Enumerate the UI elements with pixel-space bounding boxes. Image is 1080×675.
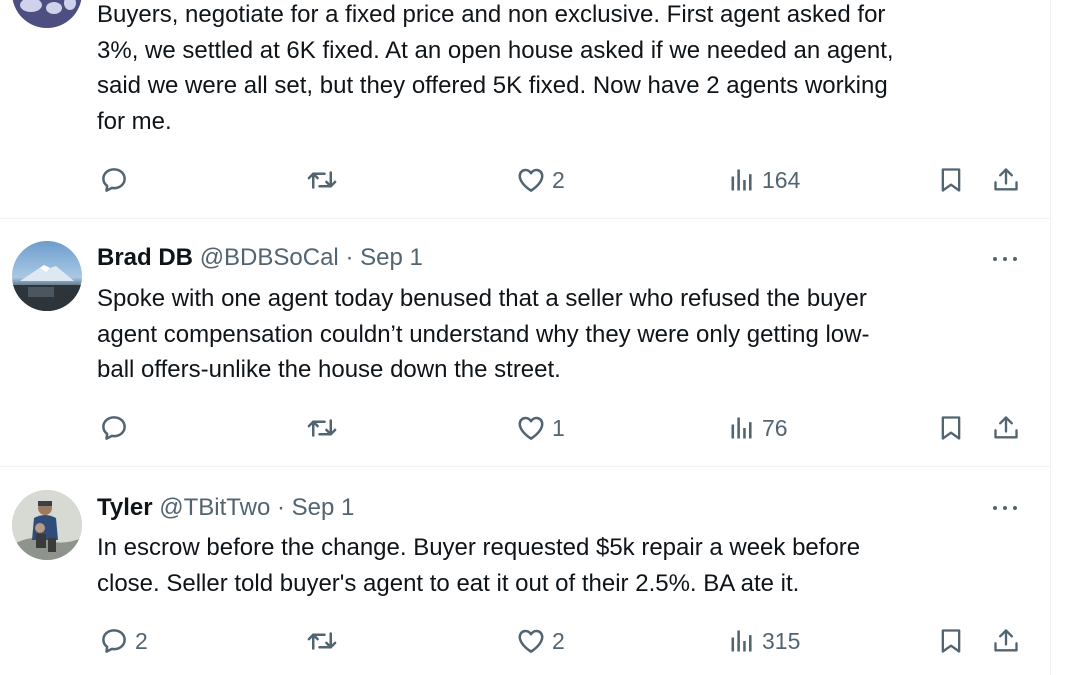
timeline-feed: Buyers, negotiate for a fixed price and …: [0, 0, 1052, 675]
share-icon: [994, 168, 1018, 191]
tweet-text-line: 3%, we settled at 6K fixed. At an open h…: [97, 36, 894, 64]
tweet-text: Spoke with one agent today benused that …: [97, 281, 1017, 388]
bookmark-button[interactable]: [937, 621, 965, 661]
tweet-text-line: Spoke with one agent today benused that …: [97, 285, 867, 312]
author-handle[interactable]: @BDBSoCal: [200, 244, 339, 271]
more-icon: [993, 506, 997, 510]
tweet-actions: 2 2 315: [0, 621, 1050, 661]
bookmark-button[interactable]: [937, 408, 965, 448]
tweet-text: Buyers, negotiate for a fixed price and …: [97, 0, 1017, 139]
views-icon: [731, 169, 752, 191]
reply-button[interactable]: [99, 408, 129, 448]
views-button[interactable]: 164: [728, 160, 800, 200]
views-count: 76: [762, 414, 788, 441]
bookmark-icon: [941, 416, 961, 440]
separator-dot: ·: [345, 244, 354, 271]
like-count: 2: [552, 627, 565, 654]
retweet-icon: [307, 419, 337, 437]
share-button[interactable]: [992, 621, 1020, 661]
like-count: 1: [552, 414, 565, 441]
more-icon: [993, 257, 997, 261]
author-name[interactable]: Tyler: [97, 494, 153, 521]
reply-button[interactable]: 2: [99, 621, 148, 661]
views-button[interactable]: 315: [728, 621, 800, 661]
tweet-text-line: Buyers, negotiate for a fixed price and …: [97, 1, 886, 28]
views-button[interactable]: 76: [728, 408, 788, 448]
like-button[interactable]: 2: [516, 160, 565, 200]
author-handle[interactable]: @TBitTwo: [159, 494, 270, 521]
like-button[interactable]: 2: [516, 621, 565, 661]
retweet-button[interactable]: [305, 160, 339, 200]
share-button[interactable]: [992, 160, 1020, 200]
share-icon: [994, 416, 1018, 439]
tweet-1[interactable]: Buyers, negotiate for a fixed price and …: [0, 0, 1050, 218]
tweet-2[interactable]: Brad DB @BDBSoCal · Sep 1 Spoke with one…: [0, 219, 1050, 466]
reply-count: 2: [135, 627, 148, 654]
column-border: [1050, 0, 1051, 675]
tweet-actions: 2 164: [0, 160, 1050, 200]
like-icon: [518, 168, 544, 192]
avatar[interactable]: [12, 241, 82, 311]
tweet-text-line: agent compensation couldn’t understand w…: [97, 320, 870, 348]
retweet-button[interactable]: [305, 621, 339, 661]
tweet-text-line: In escrow before the change. Buyer reque…: [97, 534, 861, 561]
reply-button[interactable]: [99, 160, 129, 200]
tweet-date[interactable]: Sep 1: [292, 494, 355, 521]
tweet-3[interactable]: Tyler @TBitTwo · Sep 1 In escrow before …: [0, 467, 1050, 675]
share-icon: [994, 629, 1018, 652]
tweet-actions: 1 76: [0, 408, 1050, 448]
like-icon: [518, 629, 544, 653]
like-count: 2: [552, 166, 565, 193]
reply-icon: [102, 416, 126, 440]
share-button[interactable]: [992, 408, 1020, 448]
views-count: 164: [762, 166, 801, 193]
author-name[interactable]: Brad DB: [97, 244, 193, 271]
tweet-text-line: ball offers-unlike the house down the st…: [97, 356, 561, 383]
tweet-text-line: for me.: [97, 107, 172, 135]
views-count: 315: [762, 627, 801, 654]
reply-icon: [102, 629, 126, 653]
tweet-text: In escrow before the change. Buyer reque…: [97, 530, 1017, 601]
avatar[interactable]: [12, 490, 82, 560]
more-button[interactable]: [990, 498, 1024, 518]
tweet-header: Brad DB @BDBSoCal · Sep 1: [97, 243, 423, 273]
like-icon: [518, 416, 544, 440]
views-icon: [731, 417, 752, 439]
reply-icon: [102, 168, 126, 192]
retweet-button[interactable]: [305, 408, 339, 448]
bookmark-button[interactable]: [937, 160, 965, 200]
tweet-text-line: close. Seller told buyer's agent to eat …: [97, 569, 800, 597]
like-button[interactable]: 1: [516, 408, 565, 448]
tweet-text-line: said we were all set, but they offered 5…: [97, 72, 888, 99]
separator-dot: ·: [276, 494, 285, 521]
retweet-icon: [307, 171, 337, 189]
bookmark-icon: [941, 168, 961, 192]
more-button[interactable]: [990, 249, 1024, 269]
views-icon: [731, 630, 752, 652]
avatar[interactable]: [12, 0, 82, 28]
tweet-date[interactable]: Sep 1: [360, 244, 423, 271]
retweet-icon: [307, 632, 337, 650]
tweet-header: Tyler @TBitTwo · Sep 1: [97, 493, 354, 523]
bookmark-icon: [941, 629, 961, 653]
